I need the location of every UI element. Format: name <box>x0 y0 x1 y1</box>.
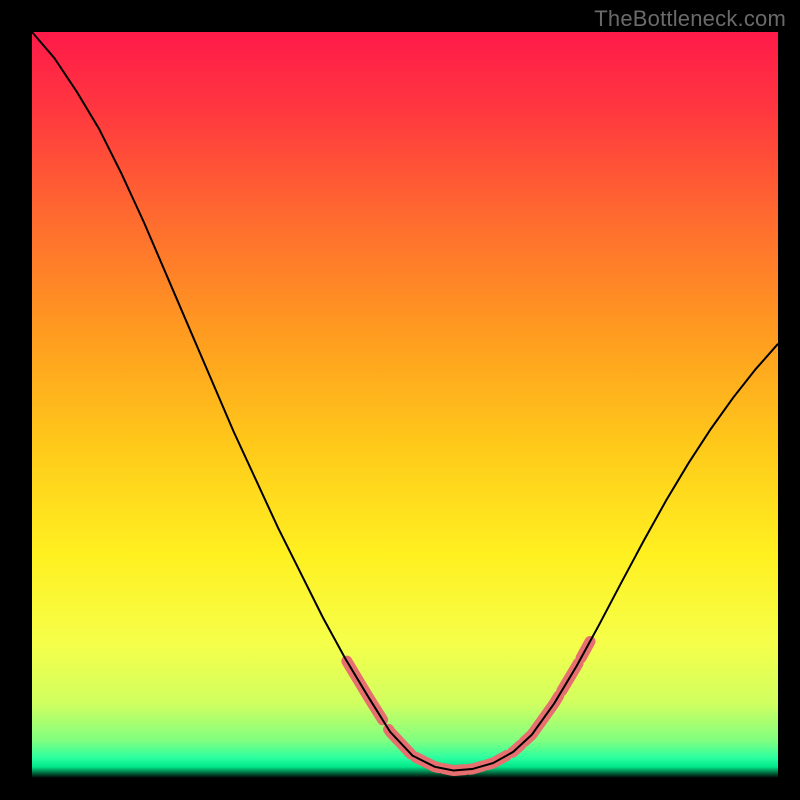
plot-area <box>32 32 778 778</box>
chart-svg <box>32 32 778 778</box>
gradient-background <box>32 32 778 778</box>
chart-container: TheBottleneck.com <box>0 0 800 800</box>
watermark-text: TheBottleneck.com <box>594 6 786 32</box>
